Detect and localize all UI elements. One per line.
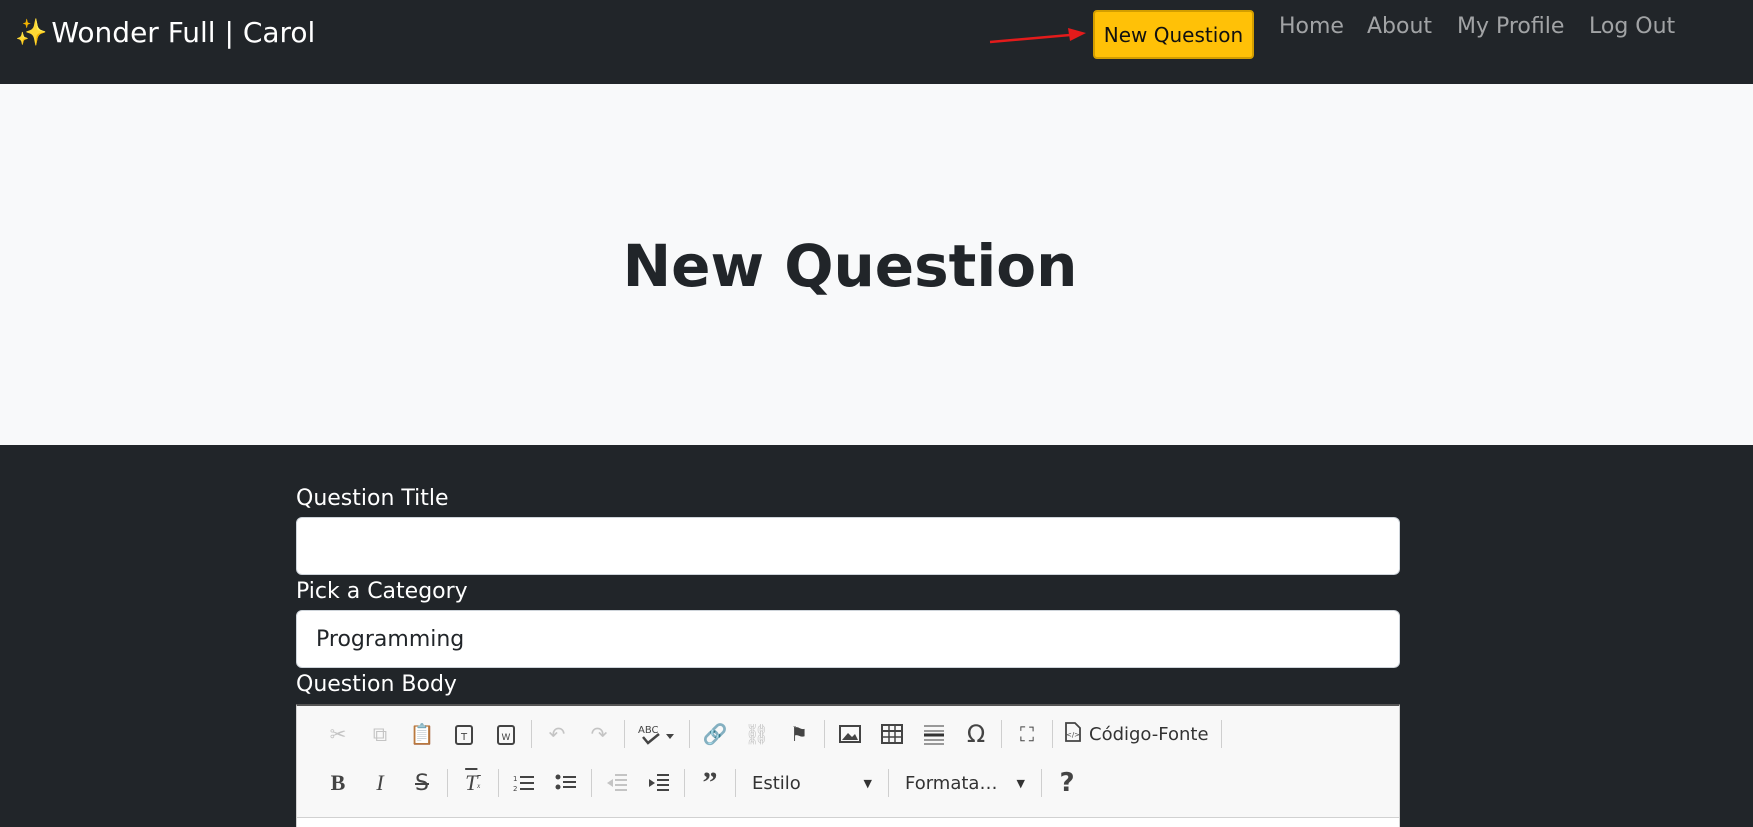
nav-link-about[interactable]: About [1367,14,1432,39]
toolbar-separator [888,769,889,797]
hero-section: New Question [0,84,1753,445]
svg-text:ABC: ABC [638,725,659,736]
new-question-button[interactable]: New Question [1093,10,1254,59]
question-body-label: Question Body [296,672,457,697]
navbar: ✨ Wonder Full | Carol New Question Home … [0,0,1753,84]
bold-icon[interactable]: B [317,765,359,801]
link-icon[interactable]: 🔗 [694,716,736,752]
editor-toolbar-row-1: ✂ ⧉ 📋 T W ↶ ↷ ABC 🔗 ⛓ ⚑ Ω ⛶ </> Código-F… [317,716,1226,752]
toolbar-separator [689,720,690,748]
sparkles-icon: ✨ [15,17,48,48]
toolbar-separator [684,769,685,797]
style-dropdown-value: Estilo [752,772,801,794]
toolbar-separator [1001,720,1002,748]
toolbar-separator [1052,720,1053,748]
indent-icon[interactable] [638,765,680,801]
image-icon[interactable] [829,716,871,752]
source-code-button[interactable]: </> Código-Fonte [1057,716,1217,752]
chevron-down-icon: ▼ [863,776,872,790]
svg-text:2: 2 [513,785,517,793]
nav-link-my-profile[interactable]: My Profile [1457,14,1564,39]
numbered-list-icon[interactable]: 12 [503,765,545,801]
rich-text-editor: ✂ ⧉ 📋 T W ↶ ↷ ABC 🔗 ⛓ ⚑ Ω ⛶ </> Código-F… [296,704,1400,827]
spellcheck-icon[interactable]: ABC [629,716,685,752]
toolbar-separator [735,769,736,797]
redo-icon[interactable]: ↷ [578,716,620,752]
nav-link-home[interactable]: Home [1279,14,1344,39]
anchor-flag-icon[interactable]: ⚑ [778,716,820,752]
toolbar-separator [1041,769,1042,797]
style-dropdown[interactable]: Estilo ▼ [740,765,884,801]
remove-format-icon[interactable]: Tₓ [452,765,494,801]
toolbar-separator [624,720,625,748]
undo-icon[interactable]: ↶ [536,716,578,752]
horizontal-line-icon[interactable] [913,716,955,752]
bulleted-list-icon[interactable] [545,765,587,801]
toolbar-separator [1220,720,1222,748]
blockquote-icon[interactable]: ” [689,765,731,801]
page-title: New Question [622,232,1078,300]
source-file-icon: </> [1065,721,1081,747]
cut-icon[interactable]: ✂ [317,716,359,752]
nav-link-log-out[interactable]: Log Out [1589,14,1675,39]
help-icon[interactable]: ? [1046,765,1088,801]
editor-toolbar-row-2: B I S Tₓ 12 ” Estilo ▼ Formata… ▼ ? [317,765,1088,801]
question-title-input[interactable] [296,517,1400,575]
unlink-icon[interactable]: ⛓ [736,716,778,752]
editor-content-area[interactable] [297,817,1399,827]
svg-text:T: T [460,732,468,743]
format-dropdown[interactable]: Formata… ▼ [893,765,1037,801]
category-label: Pick a Category [296,579,468,604]
toolbar-separator [498,769,499,797]
question-title-label: Question Title [296,486,449,511]
toolbar-separator [447,769,448,797]
category-select[interactable]: Programming [296,610,1400,668]
special-char-omega-icon[interactable]: Ω [955,716,997,752]
paste-icon[interactable]: 📋 [401,716,443,752]
brand[interactable]: ✨ Wonder Full | Carol [15,16,315,49]
toolbar-separator [531,720,532,748]
red-arrow-annotation [989,28,1086,44]
copy-icon[interactable]: ⧉ [359,716,401,752]
source-code-label: Código-Fonte [1089,723,1209,745]
maximize-icon[interactable]: ⛶ [1006,716,1048,752]
strikethrough-icon[interactable]: S [401,765,443,801]
format-dropdown-value: Formata… [905,772,998,794]
paste-word-icon[interactable]: W [485,716,527,752]
italic-icon[interactable]: I [359,765,401,801]
toolbar-separator [591,769,592,797]
svg-text:1: 1 [513,775,517,783]
table-icon[interactable] [871,716,913,752]
outdent-icon[interactable] [596,765,638,801]
toolbar-separator [824,720,825,748]
brand-text: Wonder Full | Carol [51,16,316,49]
chevron-down-icon: ▼ [1016,776,1025,790]
paste-text-icon[interactable]: T [443,716,485,752]
svg-text:W: W [502,733,511,743]
svg-text:</>: </> [1066,731,1080,739]
